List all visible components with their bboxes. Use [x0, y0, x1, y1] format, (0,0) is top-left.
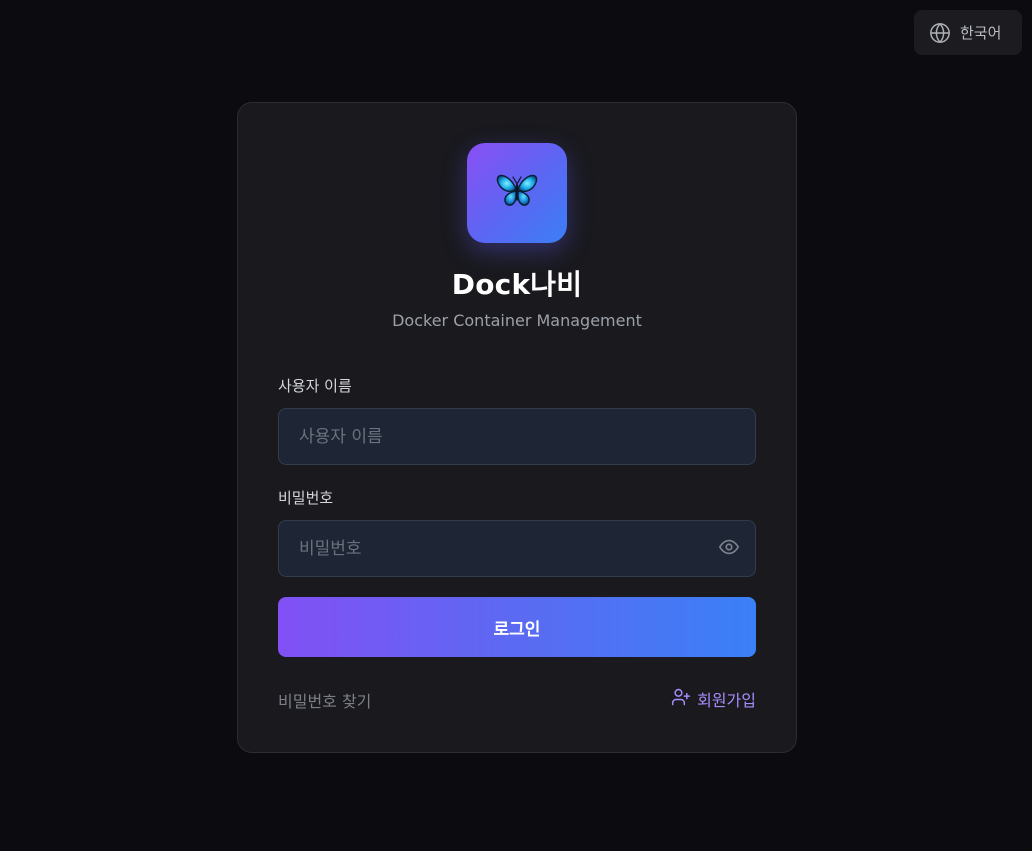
- app-logo: [467, 143, 567, 243]
- username-input[interactable]: [279, 409, 755, 464]
- butterfly-icon: [493, 167, 541, 219]
- user-plus-icon: [671, 687, 691, 711]
- app-subtitle: Docker Container Management: [392, 311, 642, 330]
- login-card: Dock나비 Docker Container Management 사용자 이…: [237, 102, 797, 753]
- password-label: 비밀번호: [278, 489, 334, 507]
- password-field-container: [278, 520, 756, 577]
- login-button-label: 로그인: [493, 619, 541, 640]
- username-field-container: [278, 408, 756, 465]
- forgot-password-link[interactable]: 비밀번호 찾기: [278, 688, 371, 712]
- signup-link-label: 회원가입: [697, 691, 756, 710]
- login-button[interactable]: 로그인: [278, 597, 756, 657]
- globe-icon: [929, 22, 951, 44]
- eye-icon: [718, 536, 740, 562]
- signup-link[interactable]: 회원가입: [671, 687, 756, 711]
- app-title: Dock나비: [451, 268, 583, 301]
- language-selector-button[interactable]: 한국어: [914, 10, 1022, 55]
- username-label: 사용자 이름: [278, 377, 352, 395]
- password-input[interactable]: [279, 521, 755, 576]
- language-label: 한국어: [960, 24, 1002, 42]
- show-password-button[interactable]: [717, 538, 741, 560]
